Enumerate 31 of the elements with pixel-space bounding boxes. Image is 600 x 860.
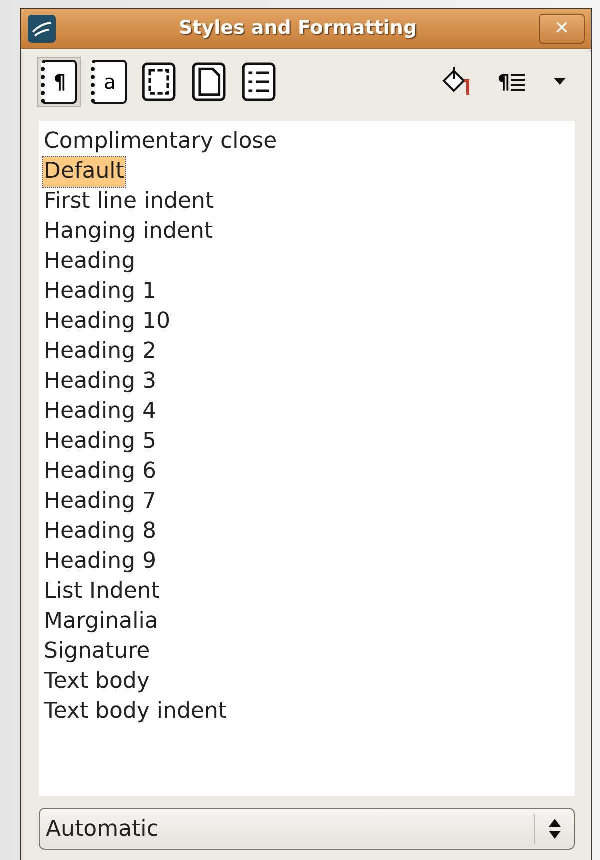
caret-icon bbox=[554, 78, 566, 86]
new-style-button[interactable]: ¶ bbox=[485, 57, 539, 107]
style-item[interactable]: Heading 5 bbox=[43, 427, 158, 457]
page-styles-icon bbox=[191, 60, 227, 104]
style-item[interactable]: Heading 6 bbox=[43, 457, 158, 487]
style-item[interactable]: Default bbox=[43, 157, 126, 187]
style-item[interactable]: Hanging indent bbox=[43, 217, 214, 247]
style-item[interactable]: First line indent bbox=[43, 187, 216, 217]
style-item[interactable]: Heading bbox=[43, 247, 137, 277]
style-item[interactable]: Text body bbox=[43, 667, 151, 697]
style-item[interactable]: Heading 10 bbox=[43, 307, 172, 337]
app-logo-icon bbox=[27, 14, 57, 44]
style-item[interactable]: Heading 1 bbox=[43, 277, 158, 307]
style-item[interactable]: Heading 4 bbox=[43, 397, 158, 427]
style-item[interactable]: List Indent bbox=[43, 577, 161, 607]
style-item[interactable]: Heading 3 bbox=[43, 367, 158, 397]
filter-dropdown[interactable]: Automatic bbox=[39, 808, 575, 850]
style-category-button[interactable]: ¶ bbox=[37, 57, 81, 107]
lines-icon bbox=[510, 72, 526, 92]
list-styles-icon bbox=[241, 60, 277, 104]
style-item[interactable]: Marginalia bbox=[43, 607, 160, 637]
up-down-arrows-icon bbox=[548, 817, 562, 841]
style-item[interactable]: Heading 9 bbox=[43, 547, 158, 577]
style-item[interactable]: Complimentary close bbox=[43, 127, 278, 157]
frame-styles-icon bbox=[141, 60, 177, 104]
style-item[interactable]: Heading 2 bbox=[43, 337, 158, 367]
style-item[interactable]: Signature bbox=[43, 637, 152, 667]
style-item[interactable]: Heading 8 bbox=[43, 517, 158, 547]
style-item[interactable]: Heading 7 bbox=[43, 487, 158, 517]
window-title: Styles and Formatting bbox=[178, 16, 418, 42]
style-item[interactable]: Text body indent bbox=[43, 697, 228, 727]
